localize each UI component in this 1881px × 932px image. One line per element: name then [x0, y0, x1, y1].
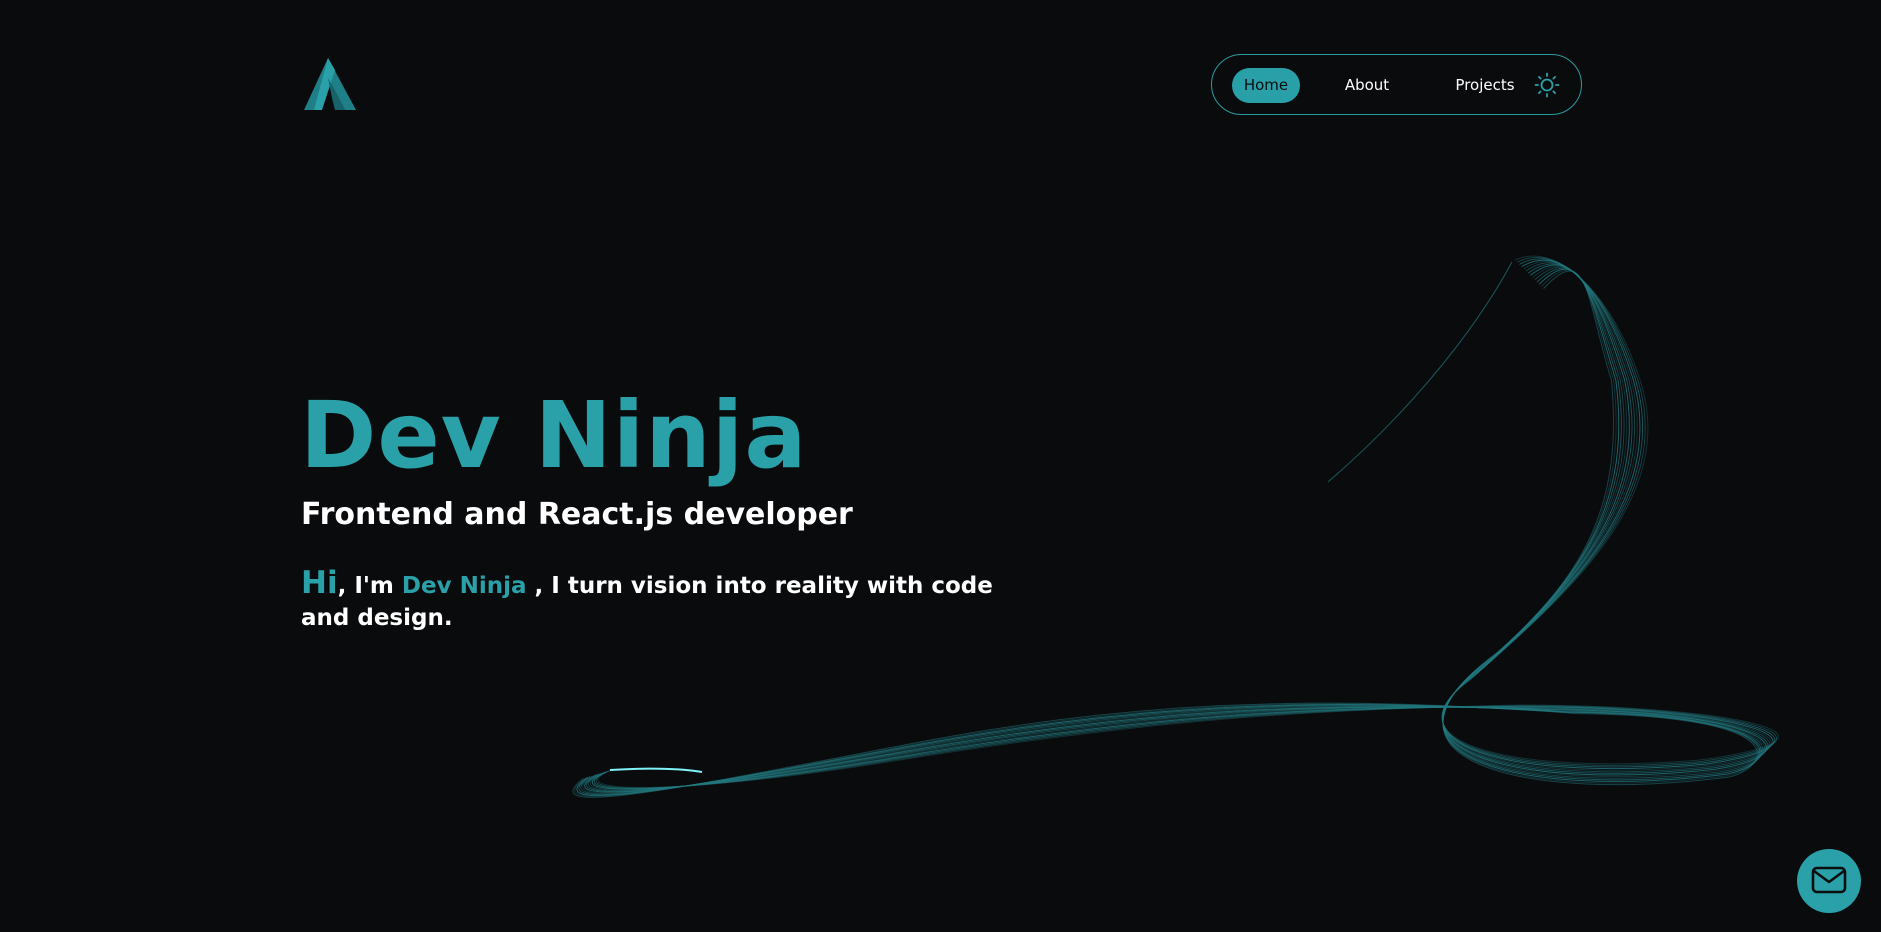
nav-item-projects[interactable]: Projects — [1435, 68, 1535, 103]
logo[interactable] — [302, 58, 358, 112]
intro-name: Dev Ninja — [401, 573, 527, 599]
theme-toggle-button[interactable] — [1534, 72, 1560, 98]
nav-item-home[interactable]: Home — [1232, 68, 1300, 103]
sun-icon — [1534, 72, 1560, 98]
nav-item-about[interactable]: About — [1332, 68, 1402, 103]
wave-line — [572, 270, 1758, 798]
wave-tail — [1327, 261, 1513, 483]
intro-prefix: , I'm — [337, 573, 402, 599]
main-nav: Home About Projects — [1211, 54, 1582, 115]
mail-icon — [1811, 866, 1847, 894]
contact-mail-button[interactable] — [1797, 849, 1861, 913]
hero-subtitle: Frontend and React.js developer — [301, 497, 853, 532]
hero-title: Dev Ninja — [300, 382, 808, 489]
wave-line — [574, 269, 1760, 797]
wave-line — [576, 268, 1761, 796]
greeting: Hi — [301, 565, 338, 601]
triangle-a-logo-icon — [304, 58, 356, 110]
wave-decoration — [572, 255, 1779, 798]
hero-intro: Hi, I'm Dev Ninja , I turn vision into r… — [301, 567, 1021, 634]
